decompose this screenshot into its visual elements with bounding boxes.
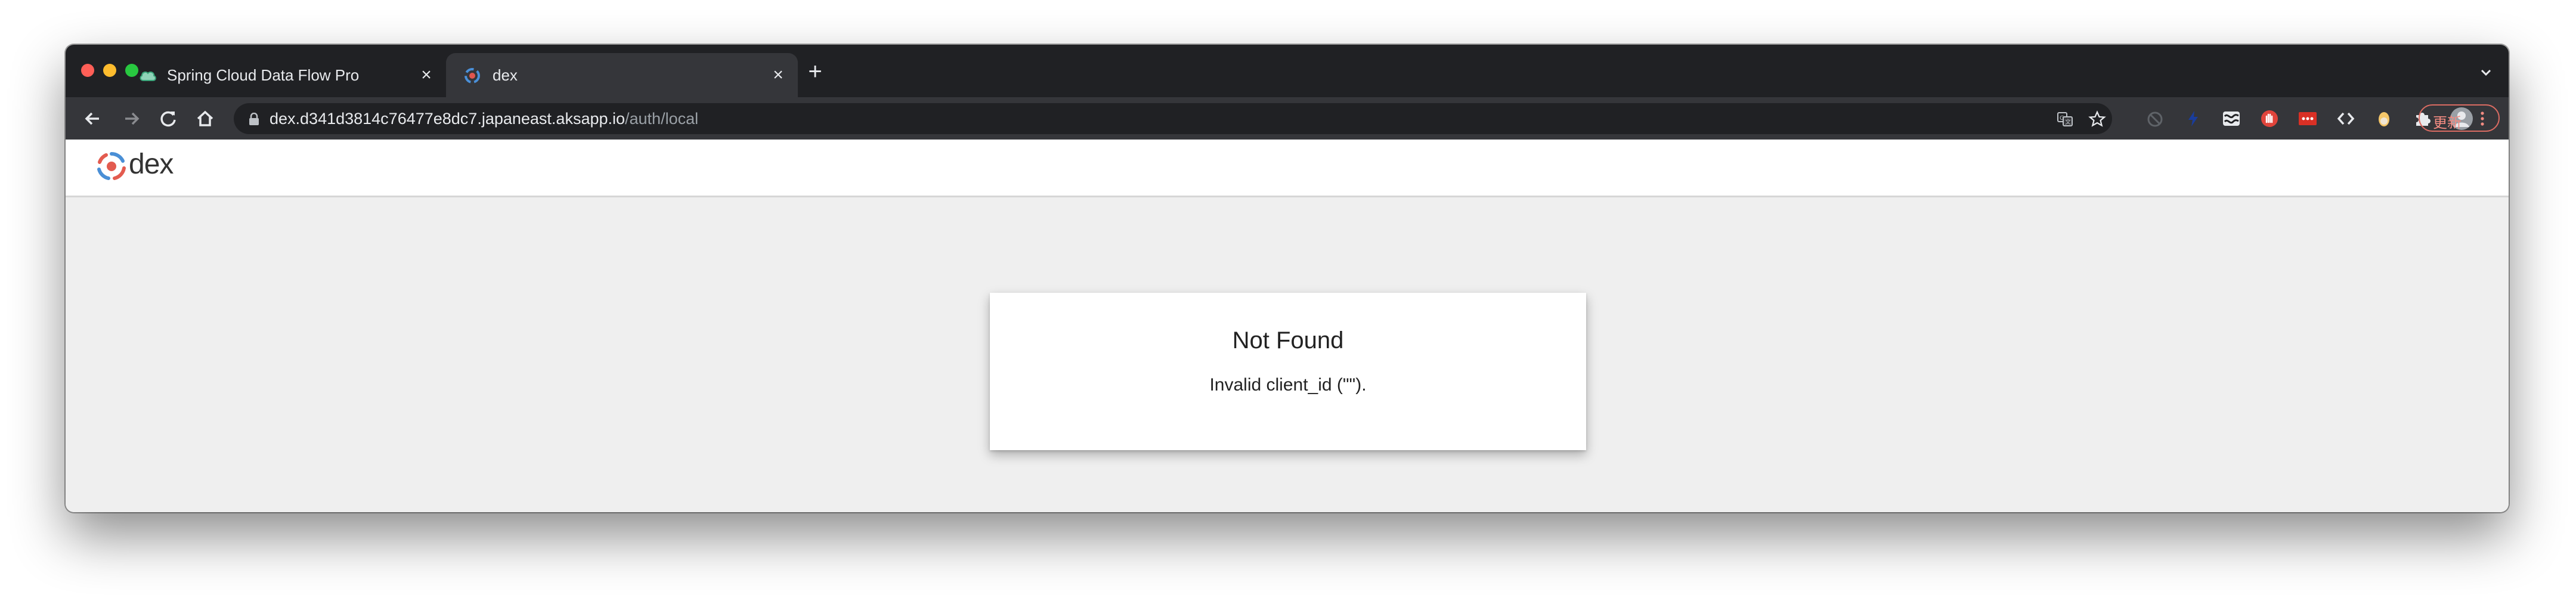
close-tab-icon[interactable]: ×: [417, 66, 435, 84]
translate-icon[interactable]: G 文: [2056, 110, 2074, 128]
error-message: Invalid client_id ("").: [1209, 375, 1367, 395]
tab-strip: Spring Cloud Data Flow Pro × dex × +: [66, 45, 2509, 97]
dex-favicon-icon: [465, 68, 480, 83]
site-header: dex: [66, 140, 2509, 197]
cookie-extension-icon[interactable]: [2374, 109, 2394, 128]
browser-toolbar: dex.d341d3814c76477e8dc7.japaneast.aksap…: [66, 97, 2509, 140]
dex-logo-icon: [97, 151, 126, 180]
error-card: Not Found Invalid client_id ("").: [990, 293, 1586, 450]
dots-extension-icon[interactable]: [2298, 109, 2317, 128]
update-label: 更新: [2433, 115, 2462, 131]
close-tab-icon[interactable]: ×: [769, 66, 787, 84]
page-content: dex Not Found Invalid client_id ("").: [66, 140, 2509, 512]
chevron-down-icon[interactable]: [2479, 65, 2493, 79]
url-path: /auth/local: [625, 110, 699, 128]
more-vert-icon[interactable]: [2479, 110, 2485, 127]
wave-extension-icon[interactable]: [2222, 109, 2241, 128]
url-host: dex.d341d3814c76477e8dc7.japaneast.aksap…: [270, 110, 626, 128]
code-extension-icon[interactable]: [2336, 109, 2355, 128]
tab-dex[interactable]: dex ×: [446, 53, 798, 97]
home-icon[interactable]: [194, 108, 216, 129]
svg-text:G: G: [2060, 115, 2064, 122]
reload-icon[interactable]: [157, 108, 179, 129]
brand-wordmark[interactable]: dex: [129, 148, 174, 181]
bookmark-star-icon[interactable]: [2088, 110, 2106, 128]
timer-extension-icon[interactable]: [2145, 109, 2165, 128]
svg-text:文: 文: [2065, 118, 2071, 126]
forward-arrow-icon[interactable]: [120, 108, 142, 129]
lock-icon: [249, 113, 259, 125]
tab-label: Spring Cloud Data Flow Pro: [167, 66, 360, 84]
new-tab-icon[interactable]: +: [805, 60, 825, 83]
bolt-extension-icon[interactable]: [2184, 109, 2203, 128]
back-arrow-icon[interactable]: [82, 108, 104, 129]
browser-window: Spring Cloud Data Flow Pro × dex × + dex…: [66, 45, 2509, 512]
hand-extension-icon[interactable]: [2260, 109, 2279, 128]
update-button[interactable]: 更新: [2419, 104, 2500, 132]
cloud-favicon-icon: [140, 71, 156, 81]
tab-label: dex: [493, 66, 518, 84]
error-title: Not Found: [1232, 327, 1344, 354]
tab-spring-cloud[interactable]: Spring Cloud Data Flow Pro ×: [66, 53, 510, 97]
address-bar[interactable]: dex.d341d3814c76477e8dc7.japaneast.aksap…: [234, 103, 2112, 134]
url-text[interactable]: dex.d341d3814c76477e8dc7.japaneast.aksap…: [270, 110, 698, 128]
